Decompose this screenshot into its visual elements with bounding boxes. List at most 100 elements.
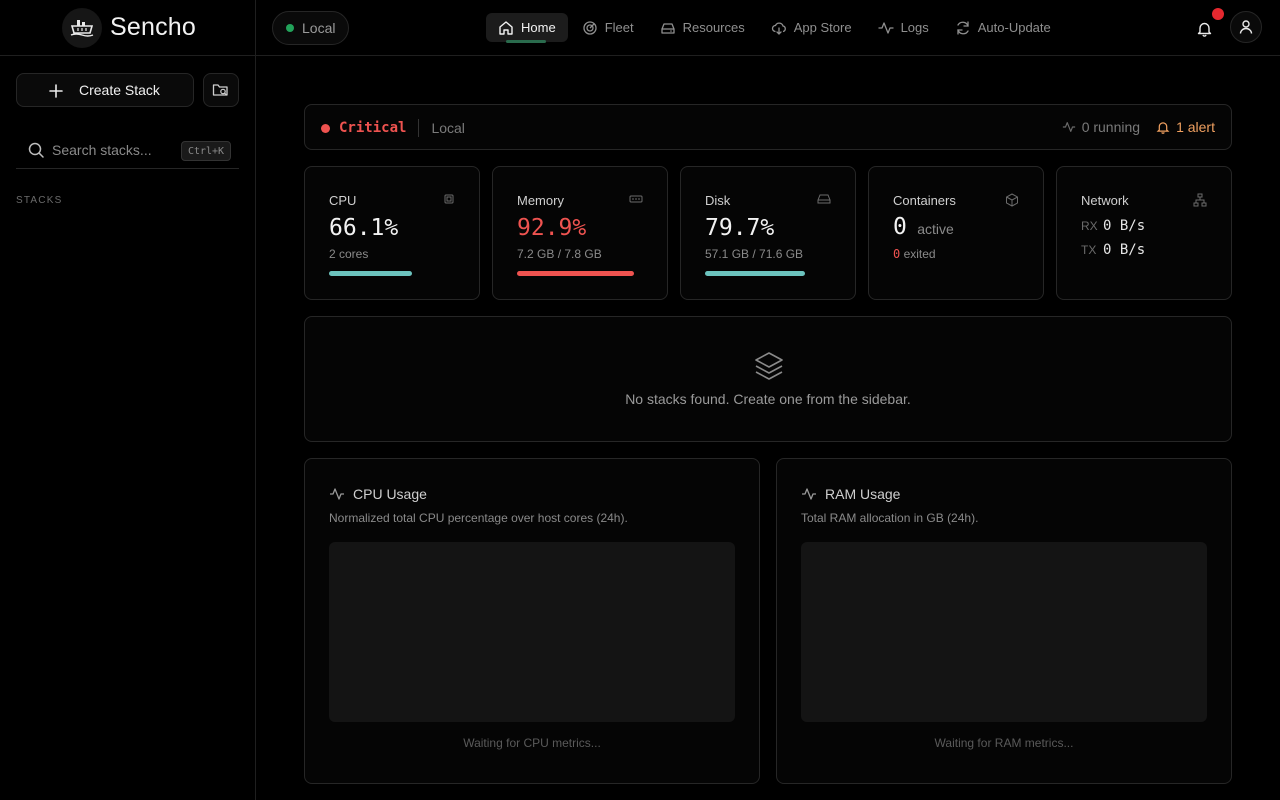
containers-exited-label: exited [903, 247, 936, 261]
user-icon [1239, 20, 1253, 34]
memory-progress-bar [517, 271, 634, 276]
nav-resources[interactable]: Resources [648, 13, 757, 42]
cpu-chart-placeholder [329, 542, 735, 722]
plus-icon [49, 84, 63, 98]
disk-value: 79.7% [705, 215, 775, 241]
status-divider [418, 119, 420, 137]
containers-exited-count: 0 [893, 247, 901, 261]
bell-icon [1197, 22, 1211, 37]
topbar: Local Home Fleet Resources App Store Log… [256, 0, 1280, 56]
open-folder-button[interactable] [203, 73, 239, 107]
env-label: Local [302, 20, 336, 36]
containers-card-title: Containers [893, 193, 956, 208]
nav-app-store-label: App Store [793, 20, 852, 35]
fleet-icon [583, 20, 597, 35]
search-input[interactable] [52, 138, 187, 162]
home-icon [499, 20, 513, 35]
disk-card: Disk 79.7% 57.1 GB / 71.6 GB [680, 166, 856, 300]
brand-header: Sencho [0, 0, 256, 56]
nav-app-store[interactable]: App Store [759, 13, 864, 42]
network-card-title: Network [1081, 193, 1129, 208]
cpu-cores: 2 cores [329, 247, 369, 261]
search-icon [28, 142, 44, 158]
nav-logs-label: Logs [900, 20, 929, 35]
notification-badge [1212, 8, 1224, 20]
activity-icon [330, 488, 344, 500]
nav-fleet[interactable]: Fleet [570, 13, 646, 42]
ram-chart-placeholder [801, 542, 1207, 722]
nav-resources-label: Resources [682, 20, 745, 35]
folder-search-icon [212, 84, 228, 96]
critical-status-dot [321, 123, 330, 133]
containers-exited: 0 exited [893, 247, 936, 261]
cpu-chart-waiting: Waiting for CPU metrics... [463, 736, 601, 750]
memory-card: Memory 92.9% 7.2 GB / 7.8 GB [492, 166, 668, 300]
environment-selector[interactable]: Local [272, 11, 349, 45]
network-rx: RX 0 B/s [1081, 218, 1145, 234]
status-level: Critical [339, 120, 407, 136]
stacks-empty-state: No stacks found. Create one from the sid… [304, 316, 1232, 442]
bell-icon [1156, 122, 1170, 134]
rx-label: RX [1081, 219, 1098, 233]
system-status-bar: Critical Local 0 running 1 alert [304, 104, 1232, 150]
nav-auto-update-label: Auto-Update [977, 20, 1051, 35]
activity-icon [877, 21, 894, 34]
network-card: Network RX 0 B/s TX 0 B/s [1056, 166, 1232, 300]
running-count-text: 0 running [1081, 119, 1141, 135]
nav-logs[interactable]: Logs [866, 13, 941, 42]
create-stack-label: Create Stack [79, 82, 160, 98]
cpu-card: CPU 66.1% 2 cores [304, 166, 480, 300]
containers-card: Containers 0 active 0 exited [868, 166, 1044, 300]
nav-auto-update[interactable]: Auto-Update [943, 13, 1063, 42]
stacks-heading: STACKS [16, 195, 63, 206]
alerts-count-text: 1 alert [1176, 119, 1215, 135]
cpu-progress-bar [329, 271, 412, 276]
memory-usage: 7.2 GB / 7.8 GB [517, 247, 602, 261]
resources-icon [660, 22, 675, 34]
memory-stick-icon [629, 195, 643, 203]
rx-value: 0 B/s [1103, 218, 1146, 234]
tx-label: TX [1081, 243, 1097, 257]
refresh-icon [957, 20, 969, 35]
hard-drive-icon [817, 194, 831, 204]
disk-card-title: Disk [705, 193, 731, 208]
cpu-card-title: CPU [329, 193, 357, 208]
network-tx: TX 0 B/s [1081, 242, 1145, 258]
alerts-link[interactable]: 1 alert [1156, 119, 1215, 135]
cloud-download-icon [771, 21, 786, 35]
network-icon [1193, 193, 1207, 207]
empty-state-text: No stacks found. Create one from the sid… [625, 391, 911, 407]
ram-chart-description: Total RAM allocation in GB (24h). [801, 511, 979, 525]
activity-icon [802, 488, 816, 500]
running-count: 0 running [1062, 119, 1140, 135]
activity-icon [1062, 122, 1075, 132]
stack-search: Ctrl+K [16, 132, 239, 169]
user-menu-button[interactable] [1230, 11, 1262, 43]
ram-chart-waiting: Waiting for RAM metrics... [934, 736, 1074, 750]
nav-fleet-label: Fleet [604, 20, 634, 35]
memory-card-title: Memory [517, 193, 564, 208]
create-stack-button[interactable]: Create Stack [16, 73, 194, 107]
brand-name: Sencho [110, 13, 196, 41]
tx-value: 0 B/s [1103, 242, 1146, 258]
cpu-chart-description: Normalized total CPU percentage over hos… [329, 511, 628, 525]
cpu-value: 66.1% [329, 215, 399, 241]
memory-value: 92.9% [517, 215, 587, 241]
env-status-dot [286, 24, 294, 32]
containers-icon [1006, 193, 1018, 207]
containers-active: 0 active [893, 213, 954, 240]
cpu-chip-icon [444, 194, 454, 204]
status-host: Local [431, 120, 465, 136]
sidebar: Sencho Create Stack Ctrl+K STACKS [0, 0, 256, 800]
main-nav: Home Fleet Resources App Store Logs Auto… [486, 13, 1065, 43]
containers-active-count: 0 [893, 214, 907, 240]
disk-usage: 57.1 GB / 71.6 GB [705, 247, 804, 261]
layers-icon [755, 352, 783, 380]
ram-chart-title: RAM Usage [825, 486, 901, 502]
cpu-chart-title: CPU Usage [353, 486, 427, 502]
sencho-logo-icon[interactable] [62, 8, 102, 48]
nav-home-label: Home [521, 20, 556, 35]
nav-home[interactable]: Home [486, 13, 568, 43]
cpu-usage-chart-card: CPU Usage Normalized total CPU percentag… [304, 458, 760, 784]
disk-progress-bar [705, 271, 805, 276]
